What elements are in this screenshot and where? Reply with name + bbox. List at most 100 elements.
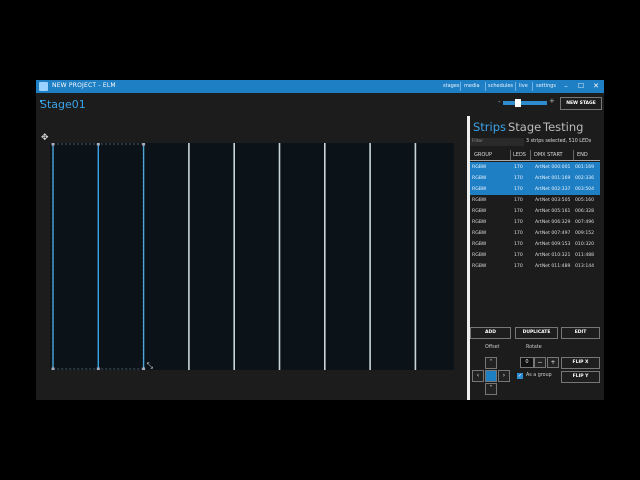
add-button[interactable]: ADD [470,327,511,339]
app-window: NEW PROJECT - ELM stages media schedules… [36,80,604,400]
cell-group: RGBW [472,264,487,269]
zoom-slider[interactable] [503,101,547,105]
cell-group: RGBW [472,176,487,181]
as-group-label: As a group [526,373,552,378]
cell-group: RGBW [472,220,487,225]
cell-end: 013:144 [575,264,595,269]
cell-dmx-start: ArtNet 003:505 [535,198,571,203]
tab-strips[interactable]: Strips [473,120,506,134]
column-separator [530,150,531,160]
duplicate-button[interactable]: DUPLICATE [515,327,558,339]
filter-input[interactable]: Filter [470,138,524,146]
column-group[interactable]: GROUP [474,152,492,158]
app-logo-icon [39,82,48,91]
rotate-label: Rotate [526,345,542,350]
cell-dmx-start: ArtNet 002:337 [535,187,571,192]
rotate-value-field[interactable]: 0 [520,357,534,368]
cell-dmx-start: ArtNet 000:001 [535,165,571,170]
column-leds[interactable]: LEDS [513,152,526,158]
cell-leds: 170 [514,231,523,236]
offset-center-button[interactable] [485,370,497,382]
rotate-minus-button[interactable]: − [534,357,546,368]
maximize-button[interactable]: ☐ [576,81,586,92]
cell-group: RGBW [472,242,487,247]
cell-end: 001:169 [575,165,595,170]
column-end[interactable]: END [577,152,588,158]
table-row[interactable]: RGBW 170 ArtNet 011:489 013:144 [470,261,600,272]
cell-end: 011:488 [575,253,595,258]
tab-stage[interactable]: Stage [508,120,541,134]
stage-canvas[interactable]: ⤡ [50,142,454,371]
cell-end: 010:320 [575,242,595,247]
table-row[interactable]: RGBW 170 ArtNet 001:169 002:336 [470,173,600,184]
offset-left-button[interactable]: ‹ [472,370,484,382]
zoom-slider-thumb[interactable] [515,99,521,107]
flip-y-button[interactable]: FLIP Y [561,371,600,383]
flip-x-button[interactable]: FLIP X [561,357,600,369]
stage-title: Stage01 [40,98,86,111]
selection-handle[interactable] [96,142,100,146]
zoom-in-icon[interactable]: + [549,97,555,105]
cell-dmx-start: ArtNet 009:153 [535,242,571,247]
nav-separator [532,82,533,91]
column-separator [573,150,574,160]
title-bar: NEW PROJECT - ELM stages media schedules… [36,80,604,93]
move-icon[interactable]: ✥ [41,133,49,143]
minimize-button[interactable]: – [561,81,571,92]
cell-group: RGBW [472,198,487,203]
table-row[interactable]: RGBW 170 ArtNet 005:161 006:328 [470,206,600,217]
cell-dmx-start: ArtNet 001:169 [535,176,571,181]
cell-end: 002:336 [575,176,595,181]
column-dmx-start[interactable]: DMX START [534,152,563,158]
nav-stages[interactable]: stages [443,83,459,89]
close-button[interactable]: ✕ [591,81,601,92]
column-separator [510,150,511,160]
cell-group: RGBW [472,165,487,170]
table-row[interactable]: RGBW 170 ArtNet 000:001 001:169 [470,162,600,173]
tab-testing[interactable]: Testing [543,120,583,134]
nav-settings[interactable]: settings [536,83,556,89]
window-title: NEW PROJECT - ELM [52,82,116,89]
nav-media[interactable]: media [464,83,480,89]
cell-leds: 170 [514,198,523,203]
offset-up-button[interactable]: ˄ [485,357,497,369]
new-stage-button[interactable]: NEW STAGE [560,97,602,110]
selection-handle[interactable] [142,367,146,371]
table-row[interactable]: RGBW 170 ArtNet 006:329 007:496 [470,217,600,228]
cell-dmx-start: ArtNet 011:489 [535,264,571,269]
cell-end: 003:504 [575,187,595,192]
nav-live[interactable]: live [519,83,528,89]
selection-handle[interactable] [96,367,100,371]
edit-button[interactable]: EDIT [561,327,600,339]
table-header: GROUP LEDS DMX START END [470,150,600,161]
table-row[interactable]: RGBW 170 ArtNet 003:505 005:160 [470,195,600,206]
cell-end: 007:496 [575,220,595,225]
cell-leds: 170 [514,176,523,181]
selection-handle[interactable] [51,367,55,371]
table-row[interactable]: RGBW 170 ArtNet 002:337 003:504 [470,184,600,195]
selection-handle[interactable] [142,142,146,146]
offset-label: Offset [485,345,500,350]
cell-leds: 170 [514,220,523,225]
cell-leds: 170 [514,209,523,214]
resize-handle-icon[interactable]: ⤡ [147,361,154,370]
table-row[interactable]: RGBW 170 ArtNet 010:321 011:488 [470,250,600,261]
cell-group: RGBW [472,209,487,214]
selection-handle[interactable] [51,142,55,146]
offset-down-button[interactable]: ˅ [485,383,497,395]
as-group-checkbox[interactable]: ✓ [517,373,523,379]
zoom-out-icon[interactable]: - [498,98,501,106]
table-row[interactable]: RGBW 170 ArtNet 009:153 010:320 [470,239,600,250]
cell-dmx-start: ArtNet 007:497 [535,231,571,236]
cell-dmx-start: ArtNet 010:321 [535,253,571,258]
cell-end: 005:160 [575,198,595,203]
nav-separator [485,82,486,91]
selection-info: 3 strips selected, 510 LEDs [526,139,592,144]
cell-leds: 170 [514,242,523,247]
rotate-plus-button[interactable]: + [547,357,559,368]
table-row[interactable]: RGBW 170 ArtNet 007:497 009:152 [470,228,600,239]
strip-layer: ⤡ [51,142,417,371]
offset-right-button[interactable]: › [498,370,510,382]
nav-schedules[interactable]: schedules [488,83,513,89]
nav-separator [460,82,461,91]
